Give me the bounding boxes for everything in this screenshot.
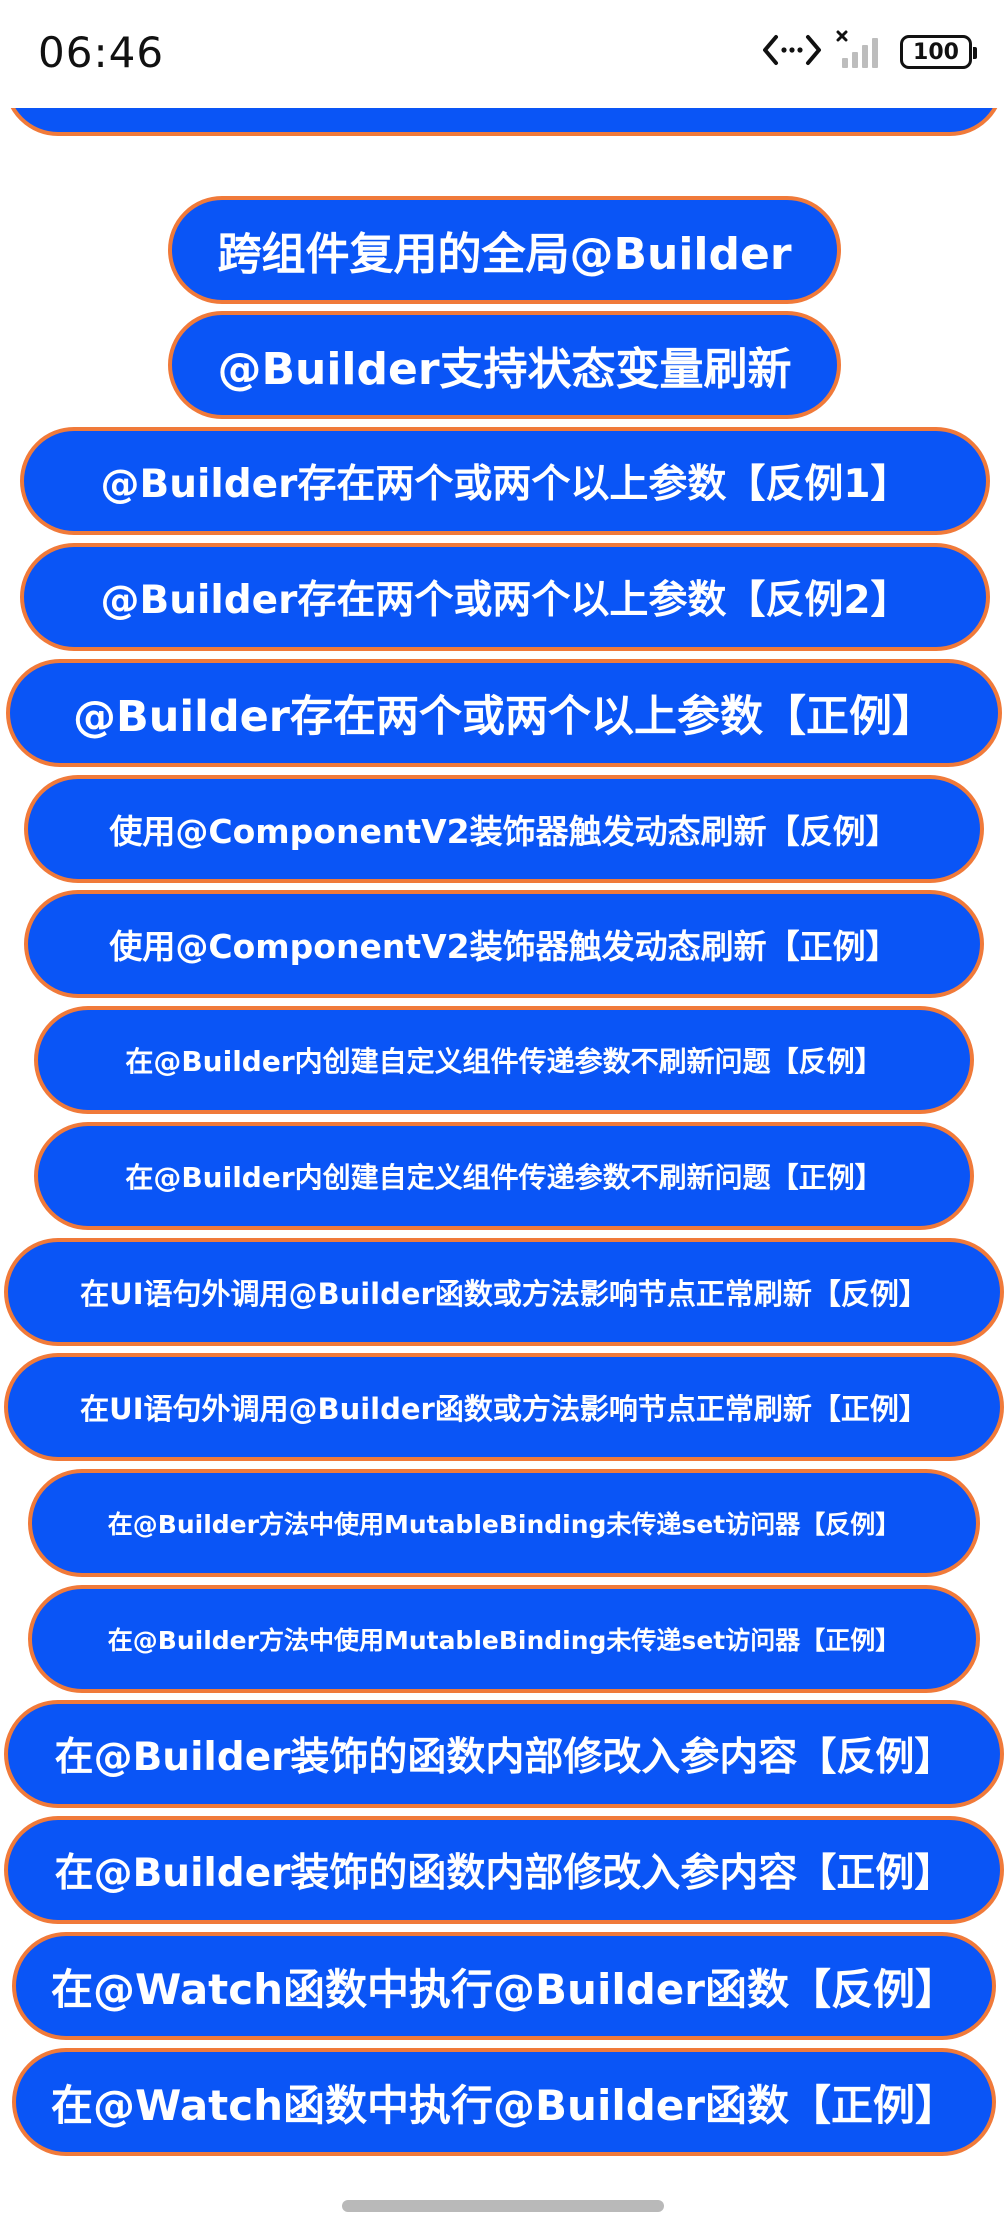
button-componentv2-negative[interactable]: 使用@ComponentV2装饰器触发动态刷新【反例】 xyxy=(24,775,984,883)
button-two-params-positive[interactable]: @Builder存在两个或两个以上参数【正例】 xyxy=(6,659,1002,767)
button-modify-param-positive[interactable]: 在@Builder装饰的函数内部修改入参内容【正例】 xyxy=(4,1816,1004,1924)
button-global-builder[interactable]: 跨组件复用的全局@Builder xyxy=(168,196,841,304)
button-mutablebinding-negative[interactable]: 在@Builder方法中使用MutableBinding未传递set访问器【反例… xyxy=(28,1469,980,1577)
button-list: @Builder函数联合V2装饰器，若参数为@Local装饰的对象 跨组件复用的… xyxy=(0,0,1008,2232)
status-icons: 100 xyxy=(762,30,977,74)
button-builder-state-refresh[interactable]: @Builder支持状态变量刷新 xyxy=(168,311,841,419)
button-componentv2-positive[interactable]: 使用@ComponentV2装饰器触发动态刷新【正例】 xyxy=(24,890,984,998)
signal-off-icon xyxy=(836,30,886,74)
button-two-params-negative-2[interactable]: @Builder存在两个或两个以上参数【反例2】 xyxy=(20,543,990,651)
button-mutablebinding-positive[interactable]: 在@Builder方法中使用MutableBinding未传递set访问器【正例… xyxy=(28,1585,980,1693)
home-indicator[interactable] xyxy=(342,2200,664,2212)
button-custom-component-positive[interactable]: 在@Builder内创建自定义组件传递参数不刷新问题【正例】 xyxy=(34,1122,974,1230)
button-two-params-negative-1[interactable]: @Builder存在两个或两个以上参数【反例1】 xyxy=(20,427,990,535)
button-outside-ui-positive[interactable]: 在UI语句外调用@Builder函数或方法影响节点正常刷新【正例】 xyxy=(4,1353,1004,1461)
status-time: 06:46 xyxy=(38,28,165,77)
status-bar: 06:46 100 xyxy=(0,0,1008,108)
code-arrows-icon xyxy=(762,33,822,71)
button-watch-builder-negative[interactable]: 在@Watch函数中执行@Builder函数【反例】 xyxy=(12,1932,996,2040)
button-watch-builder-positive[interactable]: 在@Watch函数中执行@Builder函数【正例】 xyxy=(12,2048,996,2156)
button-custom-component-negative[interactable]: 在@Builder内创建自定义组件传递参数不刷新问题【反例】 xyxy=(34,1006,974,1114)
button-modify-param-negative[interactable]: 在@Builder装饰的函数内部修改入参内容【反例】 xyxy=(4,1700,1004,1808)
battery-icon: 100 xyxy=(900,35,977,69)
button-outside-ui-negative[interactable]: 在UI语句外调用@Builder函数或方法影响节点正常刷新【反例】 xyxy=(4,1238,1004,1346)
